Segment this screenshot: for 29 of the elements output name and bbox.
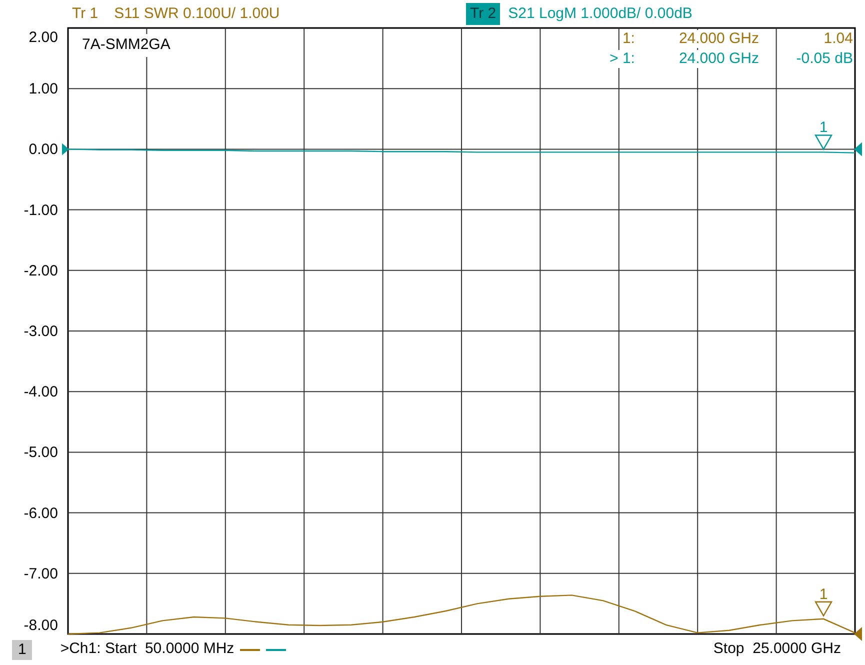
marker-name: > 1: <box>610 50 635 68</box>
marker-triangle-icon[interactable] <box>814 134 833 150</box>
reference-arrow-icon <box>854 627 862 641</box>
trace-settings: S21 LogM 1.000dB/ 0.00dB <box>508 4 692 24</box>
y-tick-label: 2.00 <box>28 29 58 46</box>
trace-label[interactable]: Tr 2 <box>466 2 500 26</box>
marker-frequency: 24.000 GHz <box>678 30 759 48</box>
trace-settings: S11 SWR 0.100U/ 1.00U <box>114 4 280 24</box>
y-tick-label: -7.00 <box>24 565 58 582</box>
y-tick-label: -2.00 <box>24 262 58 280</box>
reference-arrow-icon <box>62 143 69 156</box>
sweep-stop: Stop 25.0000 GHz <box>713 639 841 660</box>
trace-label[interactable]: Tr 1 <box>68 2 102 26</box>
marker-number: 1 <box>819 119 828 136</box>
marker-frequency: 24.000 GHz <box>678 50 759 68</box>
channel-button[interactable]: 1 <box>12 640 32 660</box>
plot-title: 7A-SMM2GA <box>82 34 170 56</box>
reference-arrow-icon <box>854 142 862 156</box>
y-tick-label: -3.00 <box>24 323 58 340</box>
y-tick-label: 1.00 <box>28 80 58 98</box>
y-tick-label: 0.00 <box>28 141 58 158</box>
y-tick-label: -8.00 <box>24 617 58 634</box>
sweep-start: >Ch1: Start 50.0000 MHz <box>60 639 234 660</box>
marker-triangle-icon[interactable] <box>814 601 833 618</box>
y-tick-label: -4.00 <box>24 384 58 401</box>
y-tick-label: -1.00 <box>24 202 58 219</box>
marker-number: 1 <box>819 586 828 603</box>
y-tick-label: -6.00 <box>24 504 58 522</box>
y-tick-label: -5.00 <box>24 444 58 462</box>
